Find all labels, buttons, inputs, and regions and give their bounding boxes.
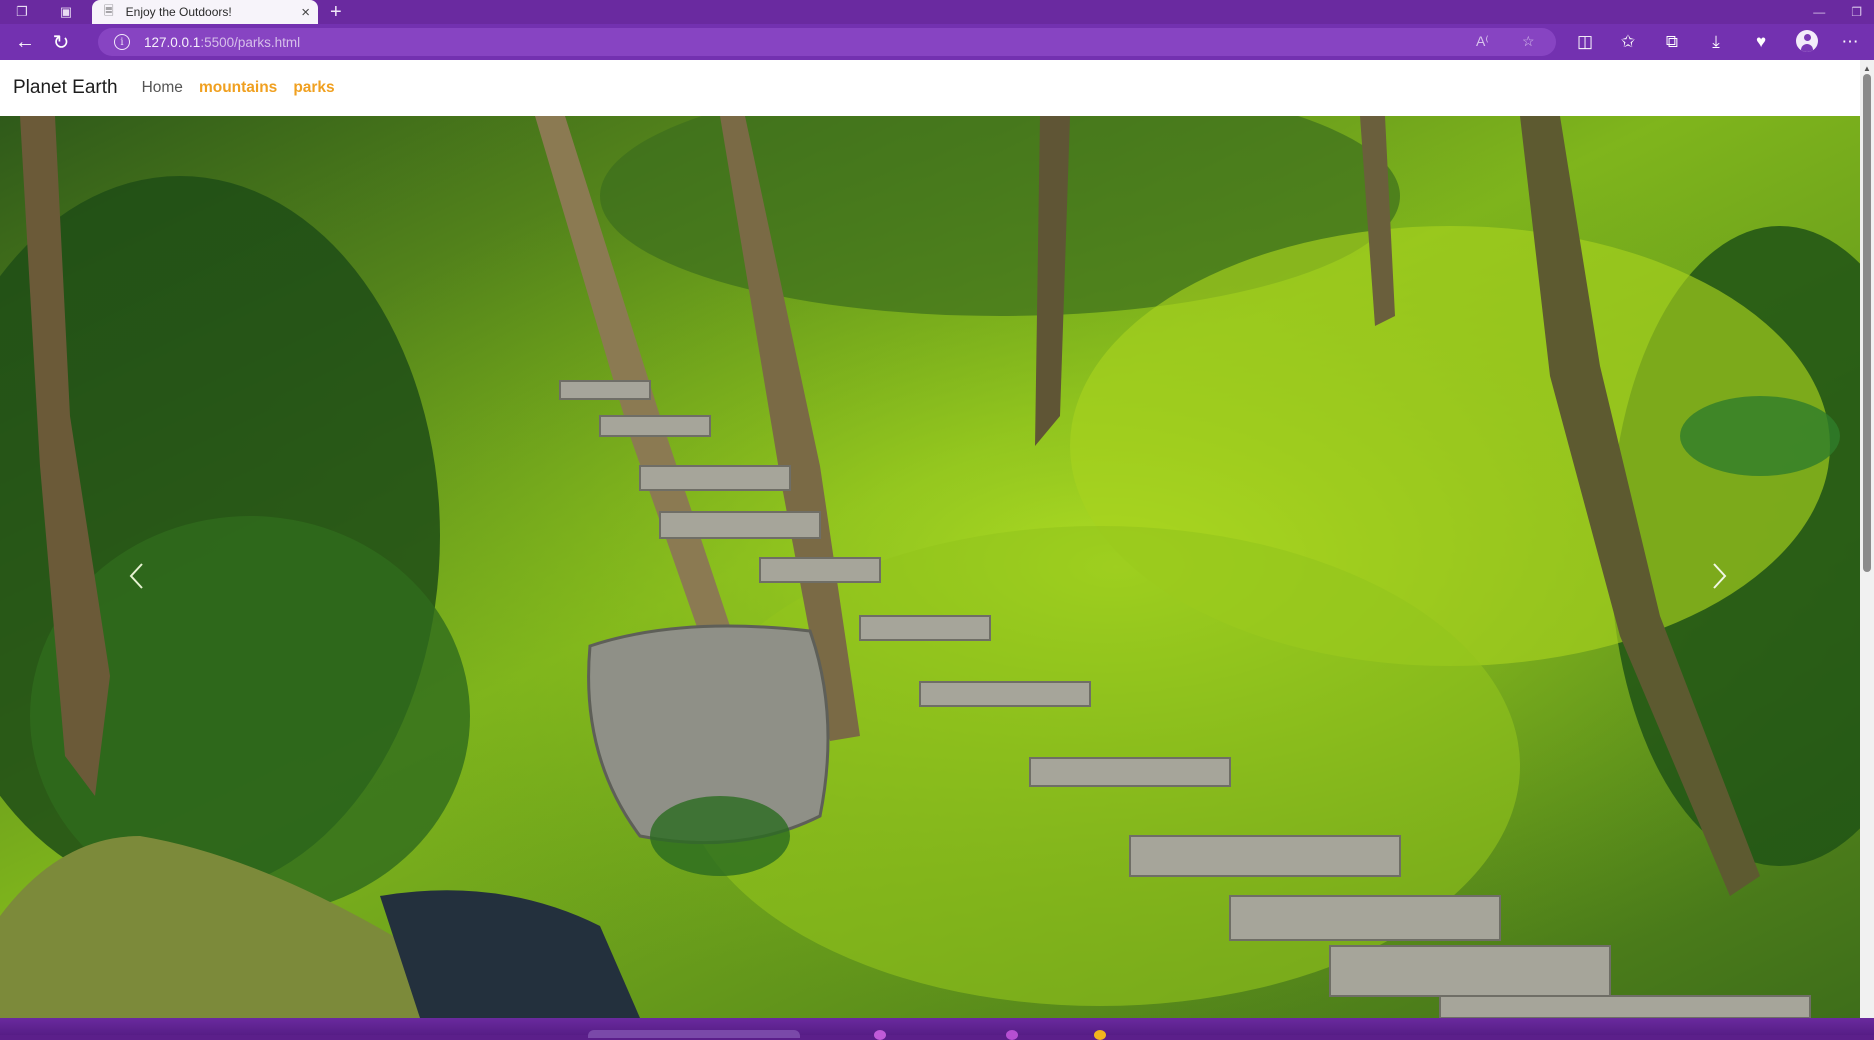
page-scrollbar[interactable]: ▲ (1860, 60, 1874, 1018)
park-carousel (0, 116, 1860, 1018)
close-tab-icon[interactable]: × (301, 4, 310, 21)
taskbar-app-icon[interactable] (1094, 1030, 1106, 1040)
more-menu-icon[interactable]: ⋯ (1839, 32, 1861, 52)
site-info-icon[interactable]: i (114, 34, 130, 50)
park-slide-image (0, 116, 1860, 1018)
taskbar-app-icon[interactable] (1006, 1030, 1018, 1040)
tab-actions-icon[interactable]: ▣ (54, 0, 78, 24)
collections-icon[interactable]: ⧉ (1661, 32, 1683, 52)
carousel-next-control[interactable] (1700, 526, 1740, 626)
nav-link-home[interactable]: Home (142, 79, 183, 97)
new-tab-icon[interactable]: + (330, 0, 342, 24)
chevron-left-icon (129, 563, 143, 589)
performance-icon[interactable]: ♥ (1750, 32, 1772, 52)
nav-link-parks[interactable]: parks (293, 79, 334, 97)
back-icon[interactable]: ← (8, 31, 42, 54)
minimize-icon[interactable]: — (1813, 5, 1825, 19)
brand-link[interactable]: Planet Earth (13, 77, 118, 99)
downloads-icon[interactable]: ⤓ (1705, 32, 1727, 52)
scroll-up-icon[interactable]: ▲ (1863, 64, 1871, 73)
taskbar (0, 1018, 1874, 1040)
window-controls: — ❐ (1813, 0, 1862, 24)
page-viewport: Planet Earth Home mountains parks (0, 60, 1860, 1018)
nav-link-mountains[interactable]: mountains (199, 79, 277, 97)
tab-strip: ❐ ▣ 🗏 Enjoy the Outdoors! × + — ❐ (0, 0, 1874, 24)
chevron-right-icon (1713, 563, 1727, 589)
favorites-icon[interactable]: ✩ (1617, 32, 1639, 52)
address-bar[interactable]: i 127.0.0.1:5500/parks.html A⁽ ☆ (98, 28, 1556, 56)
workspaces-icon[interactable]: ❐ (10, 0, 34, 24)
read-aloud-icon[interactable]: A⁽ (1476, 33, 1489, 50)
restore-icon[interactable]: ❐ (1851, 5, 1862, 19)
refresh-icon[interactable]: ↻ (44, 30, 78, 55)
scrollbar-thumb[interactable] (1863, 74, 1871, 572)
profile-avatar[interactable] (1796, 30, 1818, 52)
split-screen-icon[interactable]: ◫ (1574, 32, 1596, 52)
url-text: 127.0.0.1:5500/parks.html (144, 34, 301, 50)
carousel-prev-control[interactable] (116, 526, 156, 626)
tab-title: Enjoy the Outdoors! (125, 5, 232, 19)
taskbar-app-icon[interactable] (874, 1030, 886, 1040)
page-icon: 🗏 (104, 3, 114, 18)
browser-tab[interactable]: 🗏 Enjoy the Outdoors! × (92, 0, 318, 24)
site-navbar: Planet Earth Home mountains parks (0, 60, 1860, 116)
favorite-star-icon[interactable]: ☆ (1522, 33, 1535, 50)
taskbar-search[interactable] (588, 1030, 800, 1038)
